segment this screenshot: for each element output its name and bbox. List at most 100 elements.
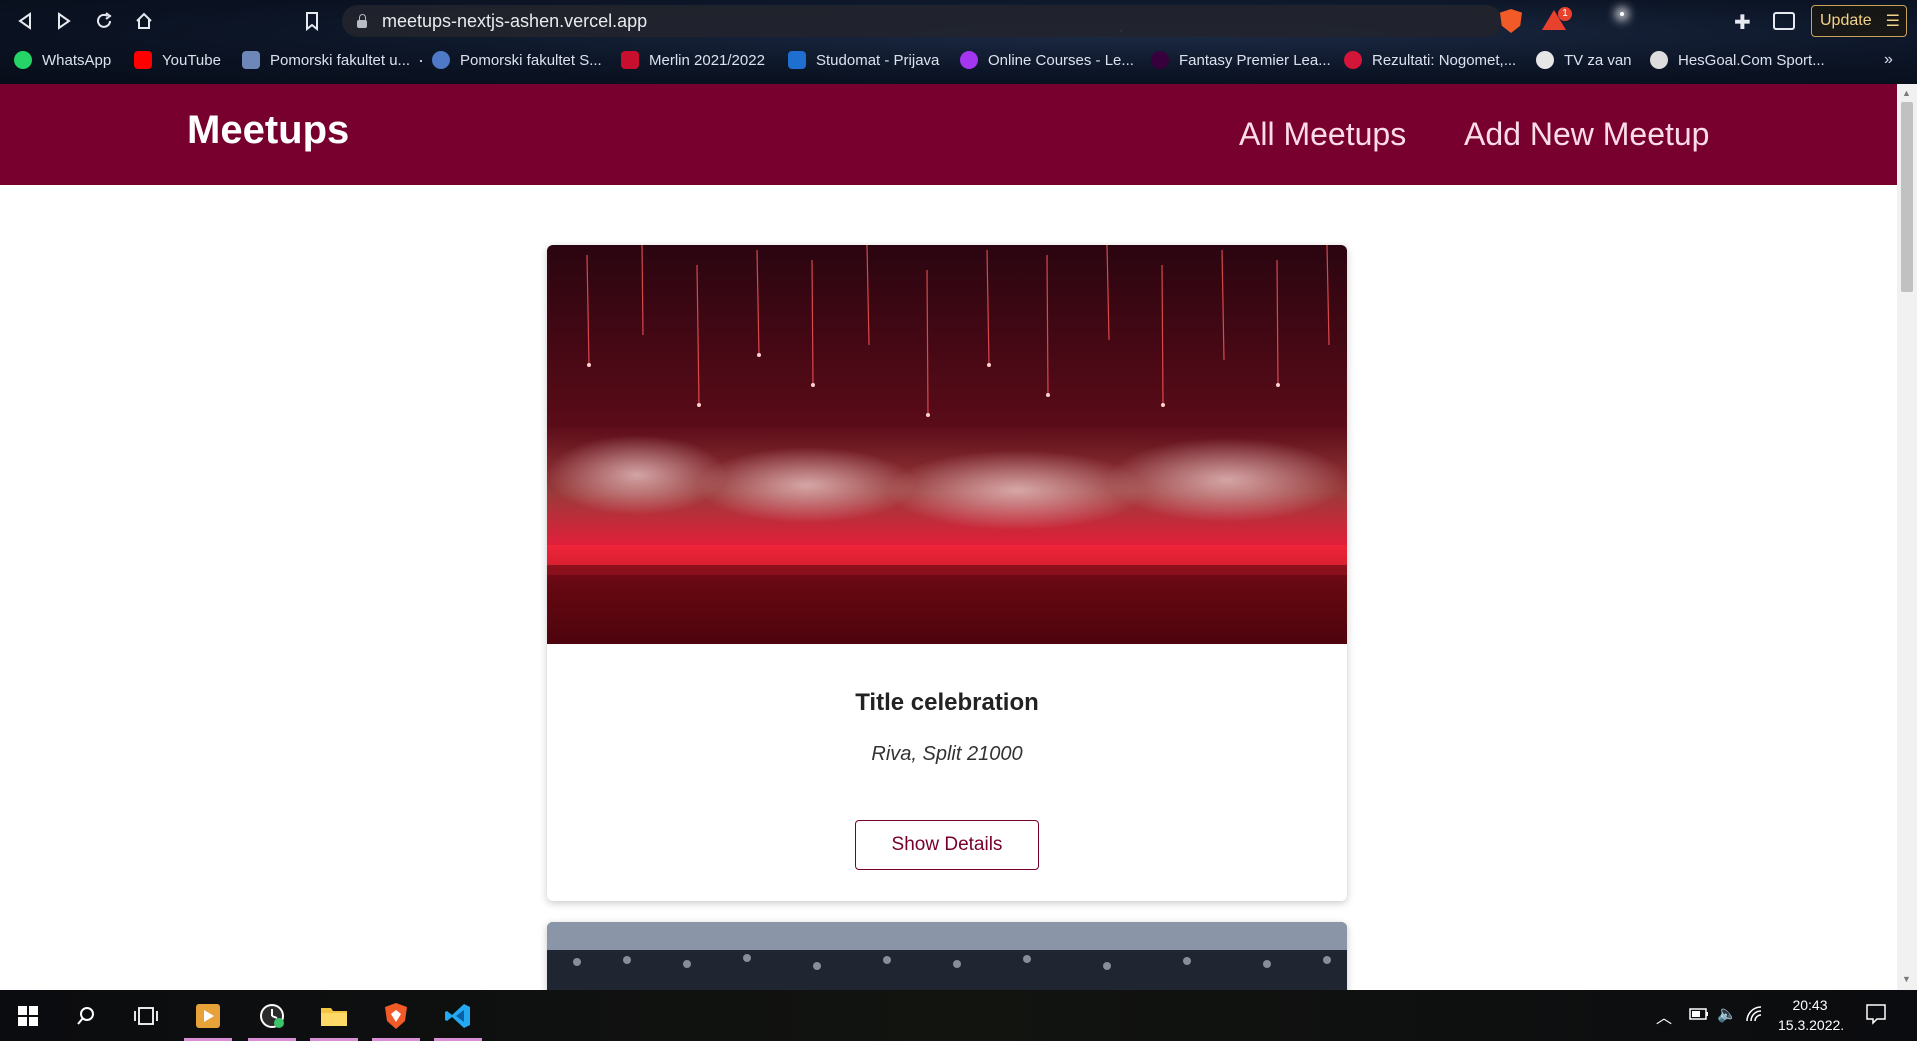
- battery-icon[interactable]: [1689, 1007, 1709, 1025]
- back-button[interactable]: [12, 8, 38, 34]
- update-button[interactable]: Update ☰: [1811, 5, 1907, 37]
- studomat-icon: [788, 51, 806, 69]
- web-page: Meetups All Meetups Add New Meetup Title…: [0, 84, 1897, 990]
- bookmark-rezultati[interactable]: Rezultati: Nogomet,...: [1344, 51, 1516, 69]
- scroll-down-icon[interactable]: ▼: [1902, 974, 1911, 984]
- nav-add-new-meetup[interactable]: Add New Meetup: [1464, 116, 1709, 153]
- faculty-icon: [242, 51, 260, 69]
- bookmark-label: YouTube: [162, 51, 221, 69]
- site-logo[interactable]: Meetups: [187, 108, 349, 153]
- battery-shape: [1689, 1008, 1708, 1020]
- bookmark-merlin[interactable]: Merlin 2021/2022: [621, 51, 765, 69]
- browser-toolbar: meetups-nextjs-ashen.vercel.app 1 ✚ Upda…: [0, 0, 1917, 42]
- task-view-icon: [134, 1006, 158, 1025]
- tray-overflow-icon[interactable]: ︿: [1656, 1004, 1672, 1028]
- bookmark-label: Merlin 2021/2022: [649, 51, 765, 69]
- globe-icon: [1536, 51, 1554, 69]
- bookmark-pomorski-u[interactable]: Pomorski fakultet u...: [242, 51, 410, 69]
- bookmark-label: Online Courses - Le...: [988, 51, 1134, 69]
- bookmark-whatsapp[interactable]: WhatsApp: [14, 51, 111, 69]
- bookmark-label: Fantasy Premier Lea...: [1179, 51, 1331, 69]
- home-icon: [136, 12, 152, 29]
- bookmark-tv-za-van[interactable]: TV za van: [1536, 51, 1632, 69]
- taskbar-file-explorer[interactable]: [306, 990, 362, 1041]
- extensions-icon[interactable]: ✚: [1734, 10, 1751, 35]
- media-player-icon: [196, 1003, 220, 1028]
- volume-icon[interactable]: 🔈: [1717, 1004, 1737, 1024]
- page-scrollbar[interactable]: ▲ ▼: [1897, 84, 1917, 990]
- meetup-image: [547, 245, 1347, 644]
- meetup-card-next: [547, 922, 1347, 990]
- whatsapp-icon: [14, 51, 32, 69]
- scroll-up-icon[interactable]: ▲: [1902, 88, 1911, 98]
- windows-icon: [18, 1005, 38, 1026]
- bookmark-studomat[interactable]: Studomat - Prijava: [788, 51, 939, 69]
- task-view-button[interactable]: [118, 990, 174, 1041]
- browser-chrome: meetups-nextjs-ashen.vercel.app 1 ✚ Upda…: [0, 0, 1917, 84]
- bookmark-pomorski-s[interactable]: Pomorski fakultet S...: [432, 51, 602, 69]
- show-details-button[interactable]: Show Details: [855, 820, 1039, 870]
- home-button[interactable]: [131, 8, 157, 34]
- meetup-title: Title celebration: [855, 689, 1039, 716]
- url-text: meetups-nextjs-ashen.vercel.app: [382, 10, 648, 31]
- windows-taskbar: ︿ 🔈 20:43 15.3.2022.: [0, 990, 1917, 1041]
- menu-icon: ☰: [1885, 13, 1900, 30]
- forward-button[interactable]: [51, 8, 77, 34]
- wallet-icon[interactable]: [1773, 12, 1795, 30]
- bookmark-udemy[interactable]: Online Courses - Le...: [960, 51, 1134, 69]
- meetup-card: Title celebration Riva, Split 21000 Show…: [547, 245, 1347, 901]
- bookmark-youtube[interactable]: YouTube: [134, 51, 221, 69]
- bookmark-label: Rezultati: Nogomet,...: [1372, 51, 1517, 69]
- site-header: Meetups All Meetups Add New Meetup: [0, 84, 1897, 185]
- rezultati-icon: [1344, 51, 1362, 69]
- more-bookmarks-icon[interactable]: »: [1884, 51, 1893, 69]
- bookmark-button[interactable]: [299, 8, 325, 34]
- clock-time: 20:43: [1792, 997, 1828, 1013]
- brave-shields-icon[interactable]: [1500, 9, 1522, 33]
- system-clock[interactable]: 20:43 15.3.2022.: [1778, 995, 1845, 1035]
- search-button[interactable]: [58, 990, 114, 1041]
- clock-app-icon: [260, 1003, 284, 1028]
- wifi-shape: [1746, 1006, 1762, 1022]
- youtube-icon: [134, 51, 152, 69]
- bookmark-hesgoal[interactable]: HesGoal.Com Sport...: [1650, 51, 1825, 69]
- meetup-address: Riva, Split 21000: [871, 743, 1023, 765]
- vscode-icon: [445, 1003, 470, 1028]
- bookmark-label: Pomorski fakultet S...: [460, 51, 602, 69]
- rewards-badge: 1: [1558, 7, 1572, 21]
- hesgoal-icon: [1650, 51, 1668, 69]
- address-bar[interactable]: meetups-nextjs-ashen.vercel.app: [342, 5, 1502, 37]
- merlin-icon: [621, 51, 639, 69]
- bookmarks-bar: WhatsApp YouTube Pomorski fakultet u... …: [0, 47, 1917, 75]
- bookmark-icon: [306, 12, 318, 31]
- premier-league-icon: [1151, 51, 1169, 69]
- action-center-icon[interactable]: [1865, 1003, 1887, 1030]
- taskbar-clock-app[interactable]: [244, 990, 300, 1041]
- nav-all-meetups[interactable]: All Meetups: [1239, 116, 1406, 153]
- clock-date: 15.3.2022.: [1778, 1017, 1845, 1033]
- wifi-icon[interactable]: [1746, 1006, 1764, 1027]
- udemy-icon: [960, 51, 978, 69]
- lock-icon: [356, 14, 368, 28]
- taskbar-vscode[interactable]: [430, 990, 486, 1041]
- taskbar-media-player[interactable]: [180, 990, 236, 1041]
- bookmark-fantasy[interactable]: Fantasy Premier Lea...: [1151, 51, 1331, 69]
- reload-button[interactable]: [91, 8, 117, 34]
- search-icon: [77, 1006, 94, 1025]
- bookmark-label: WhatsApp: [42, 51, 112, 69]
- bookmark-label: HesGoal.Com Sport...: [1678, 51, 1825, 69]
- bookmark-label: Pomorski fakultet u...: [270, 51, 411, 69]
- notification-shape: [1866, 1004, 1886, 1025]
- forward-icon: [58, 12, 71, 30]
- bookmark-label: TV za van: [1564, 51, 1632, 69]
- bookmark-label: Studomat - Prijava: [816, 51, 940, 69]
- brave-icon: [385, 1002, 407, 1029]
- meetup-image-next: [547, 922, 1347, 990]
- folder-icon: [321, 1007, 347, 1026]
- start-button[interactable]: [0, 990, 56, 1041]
- update-label: Update: [1820, 12, 1872, 29]
- back-icon: [18, 12, 31, 30]
- scroll-thumb[interactable]: [1901, 102, 1913, 292]
- reload-icon: [97, 12, 112, 28]
- taskbar-brave-browser[interactable]: [368, 990, 424, 1041]
